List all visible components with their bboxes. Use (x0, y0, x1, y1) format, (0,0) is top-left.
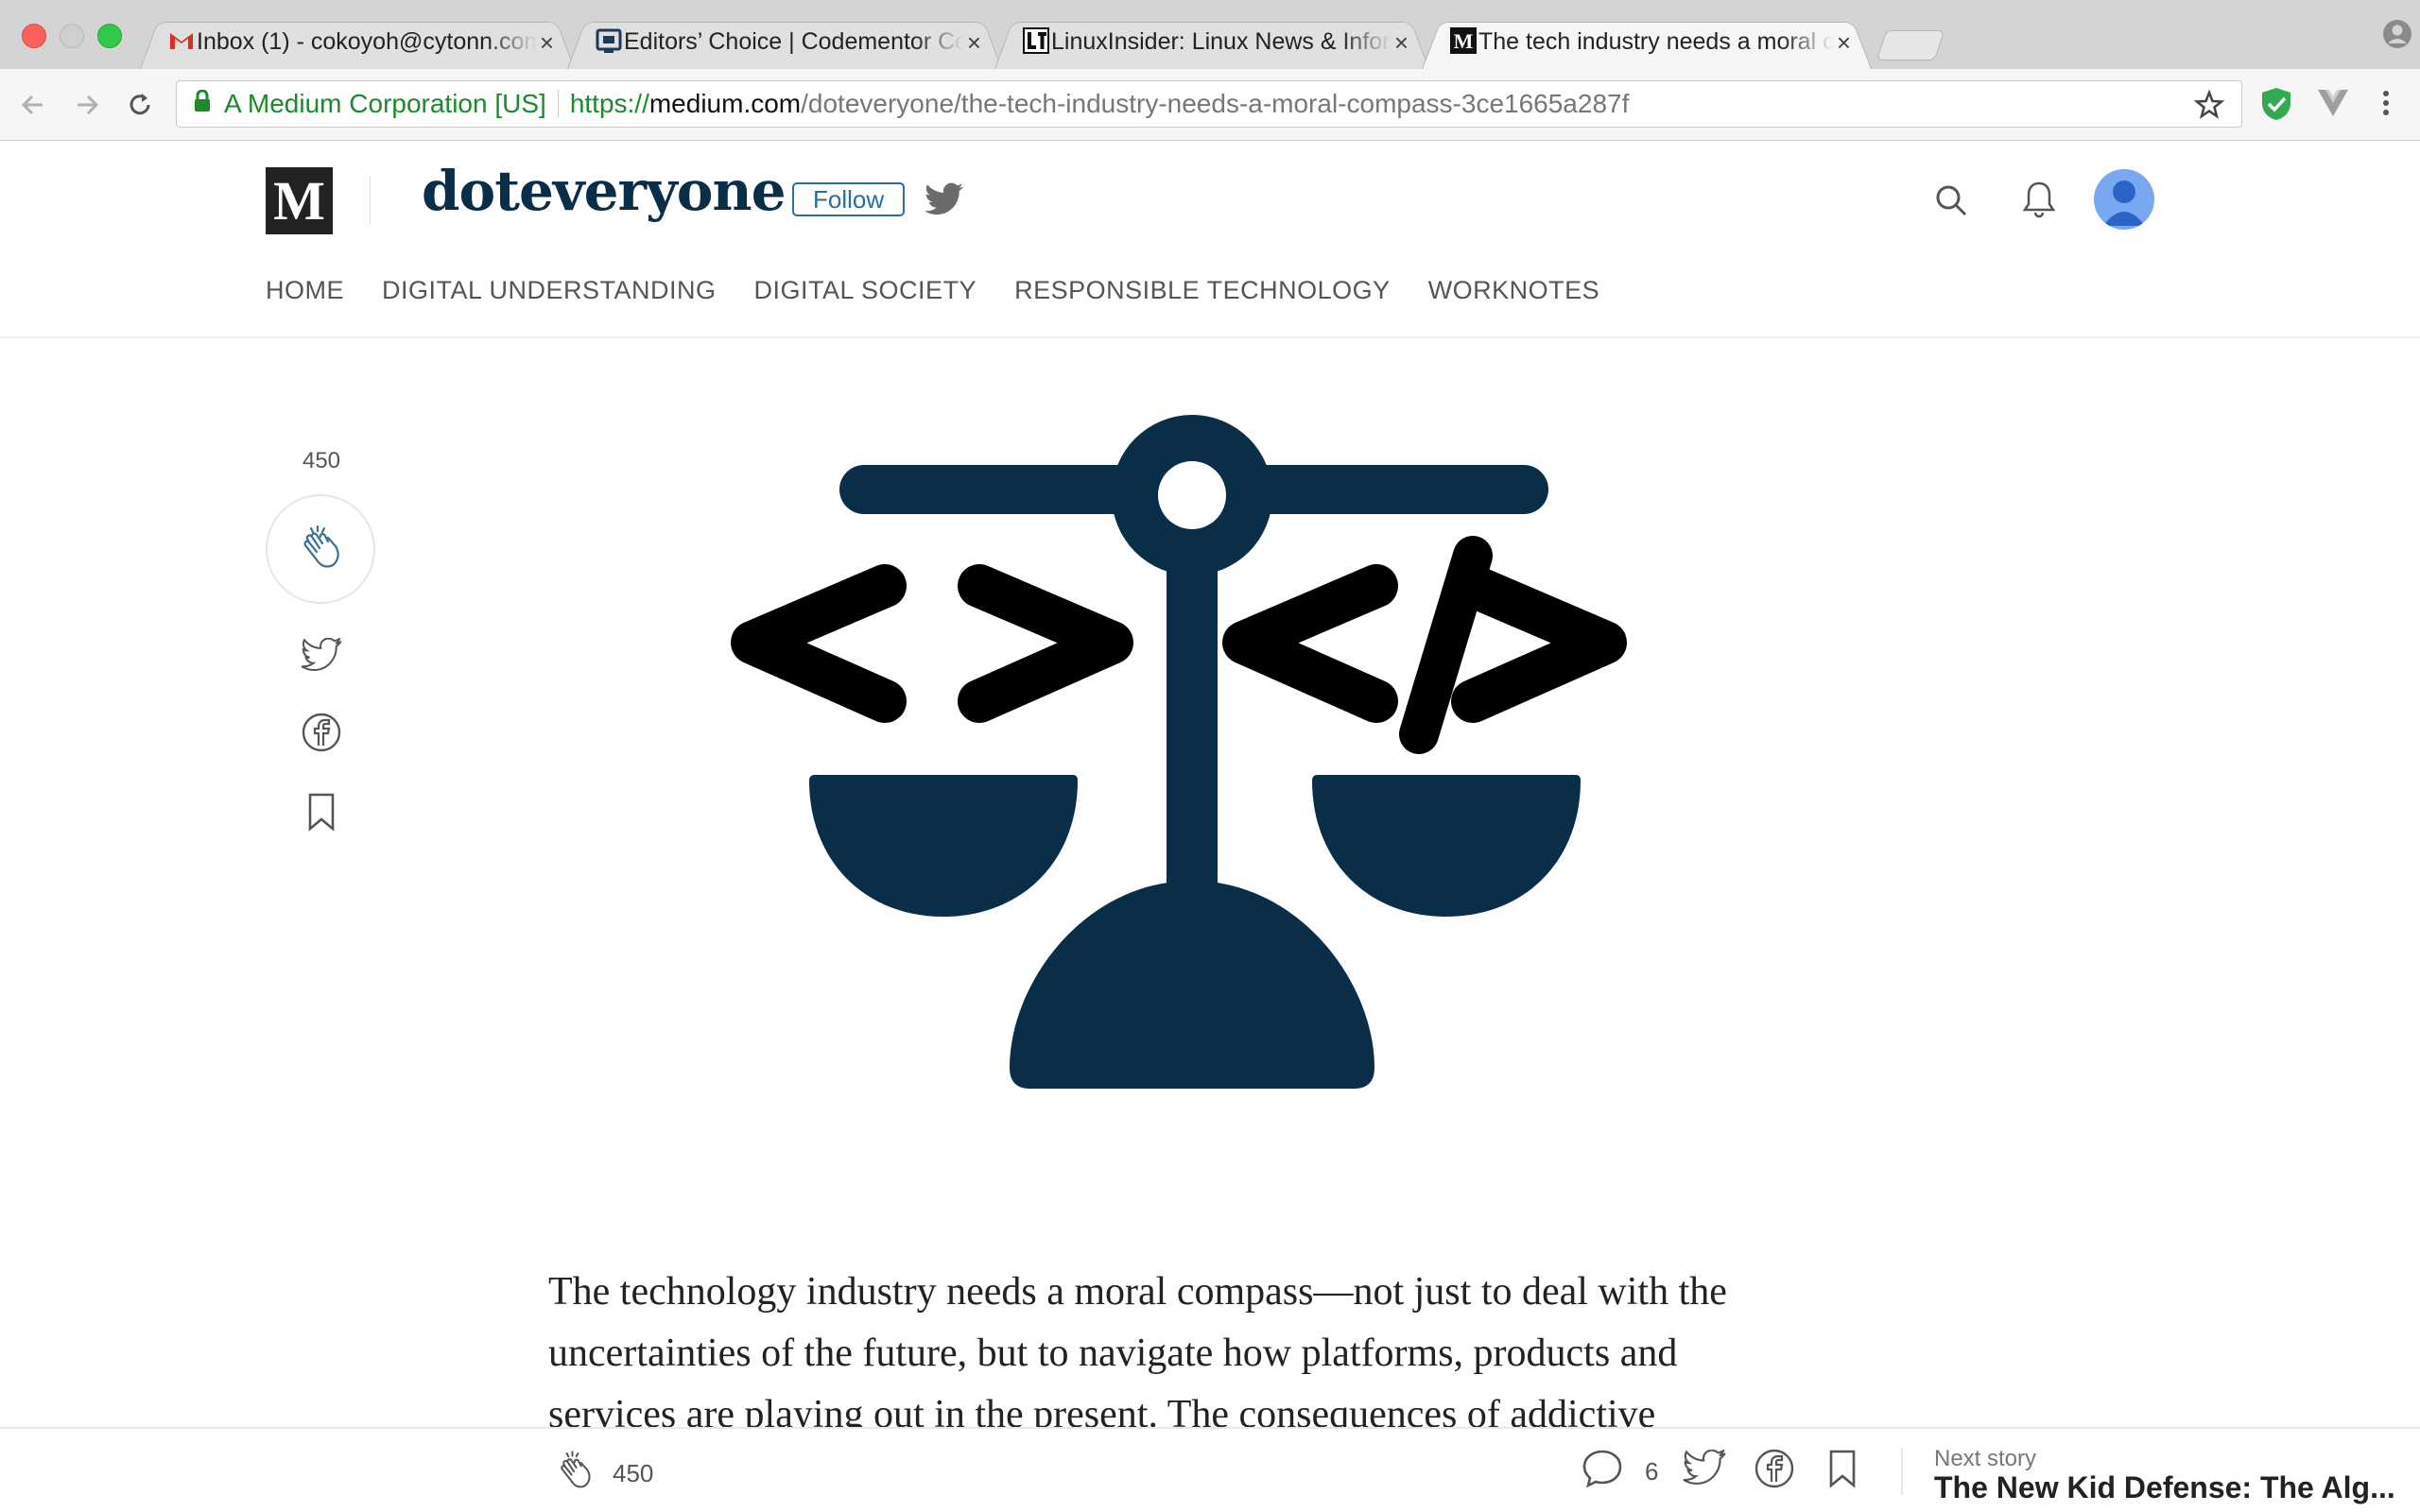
shield-extension-icon[interactable] (2259, 86, 2293, 127)
tab-codementor[interactable]: Editors’ Choice | Codementor Community × (567, 15, 1002, 69)
back-button[interactable] (14, 86, 52, 124)
tab-title: Editors’ Choice | Codementor Community (624, 28, 964, 55)
bookmark-star-icon[interactable] (2193, 89, 2225, 127)
medium-icon: M (1450, 27, 1477, 54)
clap-button[interactable] (266, 494, 375, 604)
reload-button[interactable] (121, 86, 159, 124)
tab-title: Inbox (1) - cokoyoh@cytonn.com (197, 28, 537, 55)
url-scheme: https:// (569, 89, 649, 118)
forward-button[interactable] (68, 86, 106, 124)
nav-link-digital-understanding[interactable]: DIGITAL UNDERSTANDING (382, 276, 717, 305)
lock-icon (194, 89, 211, 119)
reload-icon (130, 94, 150, 115)
svg-text:M: M (1454, 29, 1474, 53)
bottom-action-bar: 450 6 Next story The New Kid Defense: Th… (0, 1427, 2420, 1512)
divider (557, 90, 559, 118)
tab-title: LinuxInsider: Linux News & Information (1051, 28, 1392, 55)
url-host: medium.com (648, 89, 802, 118)
nav-link-home[interactable]: HOME (266, 276, 344, 305)
header-divider (0, 336, 2420, 338)
tab-close-button[interactable]: × (1837, 28, 1851, 58)
window-zoom-button[interactable] (97, 24, 122, 48)
share-twitter-icon[interactable] (300, 633, 343, 677)
share-facebook-icon[interactable] (1754, 1448, 1795, 1494)
clap-hands-icon[interactable] (551, 1446, 598, 1503)
user-icon (2103, 180, 2145, 226)
nav-link-worknotes[interactable]: WORKNOTES (1428, 276, 1600, 305)
responses-icon[interactable] (1582, 1448, 1623, 1494)
gmail-icon (168, 27, 195, 54)
search-icon[interactable] (1933, 182, 1971, 225)
follow-button[interactable]: Follow (792, 182, 906, 216)
arrow-right-icon (78, 94, 99, 115)
tab-close-button[interactable]: × (1394, 28, 1409, 58)
tab-linuxinsider[interactable]: LinuxInsider: Linux News & Information × (994, 15, 1429, 69)
address-bar[interactable]: A Medium Corporation [US] https://medium… (176, 80, 2242, 128)
tab-gmail[interactable]: Inbox (1) - cokoyoh@cytonn.com × (140, 15, 575, 69)
medium-logo[interactable]: M (266, 167, 333, 234)
tab-close-button[interactable]: × (967, 28, 981, 58)
divider (1901, 1448, 1903, 1495)
browser-tab-strip: Inbox (1) - cokoyoh@cytonn.com × Editors… (0, 0, 2420, 70)
nav-link-digital-society[interactable]: DIGITAL SOCIETY (754, 276, 977, 305)
publication-nav: HOME DIGITAL UNDERSTANDING DIGITAL SOCIE… (266, 276, 1637, 305)
next-story-link[interactable]: The New Kid Defense: The Alg... (1934, 1470, 2395, 1505)
linuxinsider-icon (1023, 27, 1049, 54)
profile-icon[interactable] (2382, 19, 2412, 49)
share-twitter-icon[interactable] (1683, 1448, 1726, 1490)
window-minimize-button[interactable] (60, 24, 84, 48)
clap-count: 450 (613, 1459, 654, 1487)
user-avatar[interactable] (2094, 169, 2154, 230)
url-path: /doteveryone/the-tech-industry-needs-a-m… (801, 89, 1630, 118)
more-menu-icon[interactable] (2377, 86, 2395, 125)
new-tab-button[interactable] (1876, 30, 1945, 60)
security-label: A Medium Corporation [US] (224, 89, 546, 118)
notifications-bell-icon[interactable] (2020, 180, 2058, 224)
bookmark-icon[interactable] (300, 790, 343, 833)
publication-name[interactable]: doteveryone (422, 159, 786, 223)
responses-count: 6 (1645, 1457, 1659, 1486)
tab-close-button[interactable]: × (540, 28, 554, 58)
vue-extension-icon[interactable] (2316, 86, 2350, 125)
browser-toolbar: A Medium Corporation [US] https://medium… (0, 69, 2420, 141)
article-paragraph-line: uncertainties of the future, but to navi… (548, 1332, 1678, 1375)
tab-title: The tech industry needs a moral compass (1478, 28, 1834, 55)
share-facebook-icon[interactable] (300, 711, 343, 754)
next-story-label: Next story (1934, 1446, 2037, 1471)
arrow-left-icon (21, 94, 43, 115)
bookmark-icon[interactable] (1827, 1448, 1858, 1494)
clap-hands-icon (303, 524, 339, 568)
nav-link-responsible-technology[interactable]: RESPONSIBLE TECHNOLOGY (1014, 276, 1391, 305)
twitter-icon[interactable] (925, 182, 964, 221)
tab-medium-active[interactable]: M The tech industry needs a moral compas… (1422, 15, 1872, 69)
scales-code-icon (726, 359, 1694, 1115)
codementor-icon (596, 27, 622, 54)
clap-count: 450 (302, 448, 341, 473)
hero-image (726, 359, 1694, 1115)
window-close-button[interactable] (22, 24, 46, 48)
article-paragraph-line: The technology industry needs a moral co… (548, 1270, 1727, 1314)
article-body: The technology industry needs a moral co… (548, 1262, 1872, 1446)
divider (370, 176, 371, 225)
